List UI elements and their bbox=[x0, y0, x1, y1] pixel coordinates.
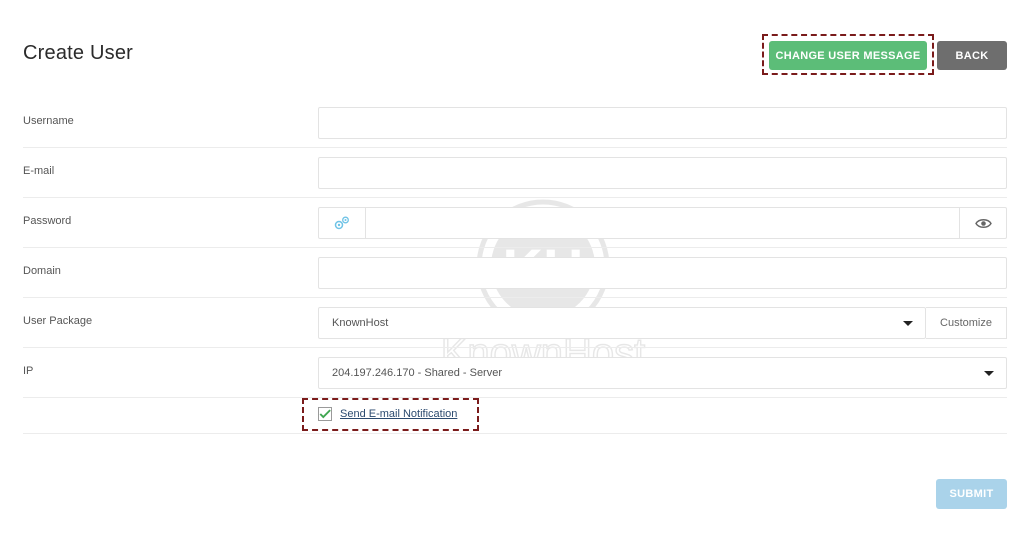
password-generator-icon bbox=[334, 216, 349, 230]
user-package-label: User Package bbox=[23, 315, 93, 327]
ip-row: IP 204.197.246.170 - Shared - Server bbox=[23, 348, 1007, 398]
send-email-notification-checkbox[interactable] bbox=[318, 407, 332, 421]
domain-input[interactable] bbox=[318, 257, 1007, 289]
submit-button[interactable]: SUBMIT bbox=[936, 479, 1007, 509]
notification-row: Send E-mail Notification bbox=[23, 397, 1007, 434]
ip-group: 204.197.246.170 - Shared - Server bbox=[318, 357, 1007, 389]
password-label: Password bbox=[23, 215, 72, 227]
username-label: Username bbox=[23, 115, 74, 127]
page-title: Create User bbox=[23, 42, 134, 64]
user-package-row: User Package KnownHost Customize bbox=[23, 298, 1007, 348]
show-password-button[interactable] bbox=[959, 208, 1006, 238]
email-row: E-mail bbox=[23, 148, 1007, 198]
email-input[interactable] bbox=[318, 157, 1007, 189]
username-row: Username bbox=[23, 98, 1007, 148]
chevron-down-icon bbox=[984, 371, 994, 376]
ip-label: IP bbox=[23, 365, 34, 377]
checkmark-icon bbox=[319, 409, 331, 419]
send-email-notification-label[interactable]: Send E-mail Notification bbox=[340, 408, 457, 420]
ip-selected: 204.197.246.170 - Shared - Server bbox=[332, 367, 503, 379]
user-package-selected: KnownHost bbox=[332, 317, 389, 329]
password-generator-button[interactable] bbox=[319, 208, 366, 238]
user-package-select[interactable]: KnownHost bbox=[318, 307, 926, 339]
username-input[interactable] bbox=[318, 107, 1007, 139]
customize-button[interactable]: Customize bbox=[926, 307, 1007, 339]
domain-label: Domain bbox=[23, 265, 61, 277]
change-user-message-button[interactable]: CHANGE USER MESSAGE bbox=[769, 41, 927, 70]
ip-select[interactable]: 204.197.246.170 - Shared - Server bbox=[318, 357, 1007, 389]
domain-row: Domain bbox=[23, 248, 1007, 298]
password-row: Password bbox=[23, 198, 1007, 248]
password-input[interactable] bbox=[366, 208, 959, 238]
password-input-group bbox=[318, 207, 1007, 239]
back-button[interactable]: BACK bbox=[937, 41, 1007, 70]
chevron-down-icon bbox=[903, 321, 913, 326]
eye-icon bbox=[974, 218, 992, 228]
user-package-group: KnownHost Customize bbox=[318, 307, 1007, 339]
email-label: E-mail bbox=[23, 165, 55, 177]
